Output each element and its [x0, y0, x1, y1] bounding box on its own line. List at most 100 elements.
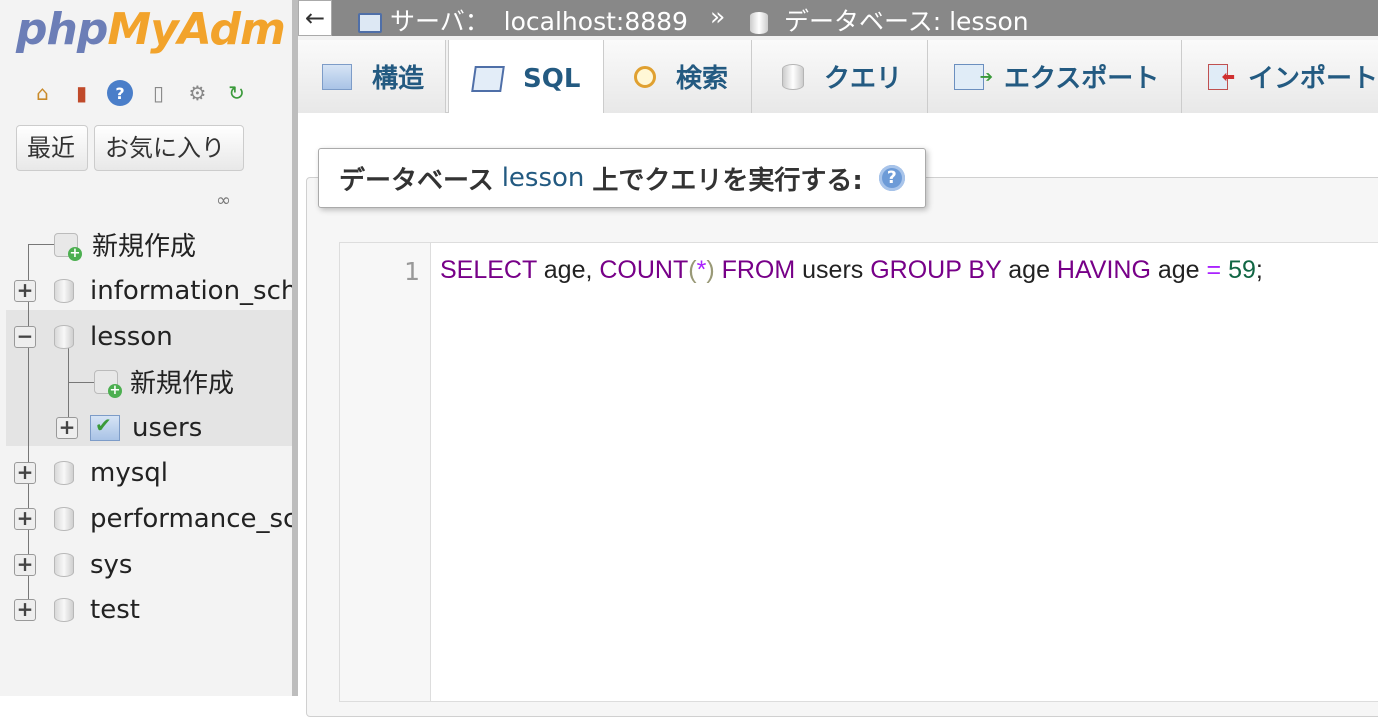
sql-editor[interactable]: 1 SELECT age, COUNT(*) FROM users GROUP … — [339, 242, 1378, 702]
tree-item-new-db[interactable]: 新規作成 — [54, 222, 196, 267]
legend-suffix: 上でクエリを実行する: — [592, 165, 863, 196]
breadcrumb-database[interactable]: データベース: lesson — [750, 2, 1029, 38]
database-icon — [54, 460, 74, 485]
tree-item-label: information_sch — [90, 275, 292, 306]
home-icon[interactable]: ⌂ — [26, 78, 59, 108]
query-legend: データベース lesson 上でクエリを実行する: ? — [318, 148, 926, 208]
tab-search[interactable]: 検索 — [604, 40, 752, 113]
tab-export[interactable]: エクスポート — [928, 40, 1182, 113]
sql-icon — [471, 65, 505, 92]
table-icon — [90, 413, 120, 441]
database-icon — [54, 324, 74, 349]
help-icon[interactable]: ? — [878, 165, 905, 191]
tab-label: SQL — [523, 63, 581, 94]
search-icon — [634, 65, 656, 88]
tree-line — [28, 244, 56, 245]
export-icon — [954, 63, 993, 90]
tab-label: エクスポート — [1004, 64, 1160, 94]
collapse-icon[interactable]: − — [14, 325, 36, 348]
database-icon — [750, 12, 768, 34]
new-table-icon — [94, 369, 122, 398]
tree-item-label: 新規作成 — [130, 369, 235, 399]
expand-icon[interactable]: + — [14, 279, 36, 302]
breadcrumb-separator: » — [710, 2, 726, 31]
tree-item-label: sys — [90, 549, 133, 580]
database-label: データベース: — [783, 7, 942, 36]
tree-item-label: test — [90, 594, 140, 625]
tree-line — [68, 382, 94, 383]
tree-item-label: users — [132, 412, 203, 443]
settings-icon[interactable]: ⚙ — [181, 78, 214, 108]
legend-prefix: データベース — [339, 165, 494, 196]
sql-token: 59 — [1228, 256, 1256, 284]
tree-item-label: performance_sc — [90, 503, 292, 534]
structure-icon — [322, 63, 352, 90]
tree-item-new-table[interactable]: 新規作成 — [94, 359, 234, 404]
sql-token: age, — [536, 256, 600, 284]
collapse-nav-button[interactable]: ← — [298, 0, 332, 36]
expand-icon[interactable]: + — [14, 507, 36, 530]
expand-icon[interactable]: + — [14, 461, 36, 484]
database-value: lesson — [949, 7, 1029, 36]
database-icon — [54, 506, 74, 531]
tab-label: 検索 — [676, 64, 729, 94]
navigation-panel: phpMyAdm ⌂ ▮ ? ▯ ⚙ ↻ 最近 お気に入り ∞ 新規作成 + i… — [0, 0, 292, 696]
line-gutter: 1 — [340, 243, 431, 701]
tree-item-db[interactable]: + test — [14, 587, 140, 632]
tree-item-db-selected[interactable]: − lesson — [14, 314, 173, 359]
tab-label: クエリ — [824, 64, 903, 94]
sql-token: ; — [1255, 256, 1263, 284]
tree-item-label: mysql — [90, 457, 168, 488]
sql-code-line[interactable]: SELECT age, COUNT(*) FROM users GROUP BY… — [440, 256, 1263, 285]
new-database-icon — [54, 232, 82, 261]
link-icon[interactable]: ∞ — [216, 190, 231, 211]
server-label: サーバ： — [389, 7, 490, 36]
tree-item-db[interactable]: + mysql — [14, 450, 168, 495]
database-icon — [54, 597, 74, 622]
logo-php: php — [16, 4, 108, 55]
database-icon — [54, 278, 74, 303]
tab-structure[interactable]: 構造 — [298, 40, 446, 113]
sql-token: SELECT — [440, 256, 537, 284]
tree-item-table[interactable]: + users — [56, 405, 202, 450]
expand-icon[interactable]: + — [14, 553, 36, 576]
reload-icon[interactable]: ↻ — [220, 78, 253, 108]
import-icon — [1208, 63, 1235, 90]
help-icon[interactable]: ? — [107, 80, 133, 106]
favorites-button[interactable]: お気に入り — [94, 125, 244, 171]
sql-token: * — [696, 256, 707, 284]
nav-icon-bar: ⌂ ▮ ? ▯ ⚙ ↻ — [26, 78, 253, 108]
breadcrumb-server[interactable]: サーバ： localhost:8889 — [358, 2, 688, 38]
query-icon — [782, 63, 804, 90]
tree-item-db[interactable]: + performance_sc — [14, 496, 292, 541]
logo-my: MyAdm — [107, 4, 286, 55]
tab-label: 構造 — [372, 64, 425, 94]
breadcrumb-bar: ← サーバ： localhost:8889 » データベース: lesson — [298, 0, 1378, 36]
database-icon — [54, 552, 74, 577]
sql-token: age — [1150, 256, 1207, 284]
sql-token: = — [1206, 256, 1222, 284]
tree-item-label: 新規作成 — [92, 232, 197, 262]
exit-icon[interactable]: ▮ — [65, 78, 98, 108]
expand-icon[interactable]: + — [56, 416, 78, 439]
tab-sql[interactable]: SQL — [448, 40, 604, 117]
tab-label: インポート — [1247, 64, 1378, 94]
tab-import[interactable]: インポート — [1182, 40, 1378, 113]
expand-icon[interactable]: + — [14, 598, 36, 621]
tree-item-db[interactable]: + information_sch — [14, 268, 292, 313]
server-value: localhost:8889 — [503, 7, 688, 36]
tab-bar: 構造 SQL 検索 クエリ エクスポート インポート — [298, 36, 1378, 117]
sql-token: COUNT — [599, 256, 689, 284]
legend-database: lesson — [501, 163, 585, 193]
main-content: データベース lesson 上でクエリを実行する: ? 1 SELECT age… — [298, 113, 1378, 717]
docs-icon[interactable]: ▯ — [142, 78, 175, 108]
recent-button[interactable]: 最近 — [16, 125, 88, 171]
sql-token: GROUP BY — [870, 256, 1002, 284]
sql-token: age — [1001, 256, 1057, 284]
sql-token: ( — [688, 256, 697, 284]
sql-token: ) — [706, 256, 715, 284]
tree-item-db[interactable]: + sys — [14, 542, 132, 587]
tab-query[interactable]: クエリ — [752, 40, 928, 113]
sql-token: HAVING — [1056, 256, 1151, 284]
phpmyadmin-logo[interactable]: phpMyAdm — [16, 4, 286, 55]
